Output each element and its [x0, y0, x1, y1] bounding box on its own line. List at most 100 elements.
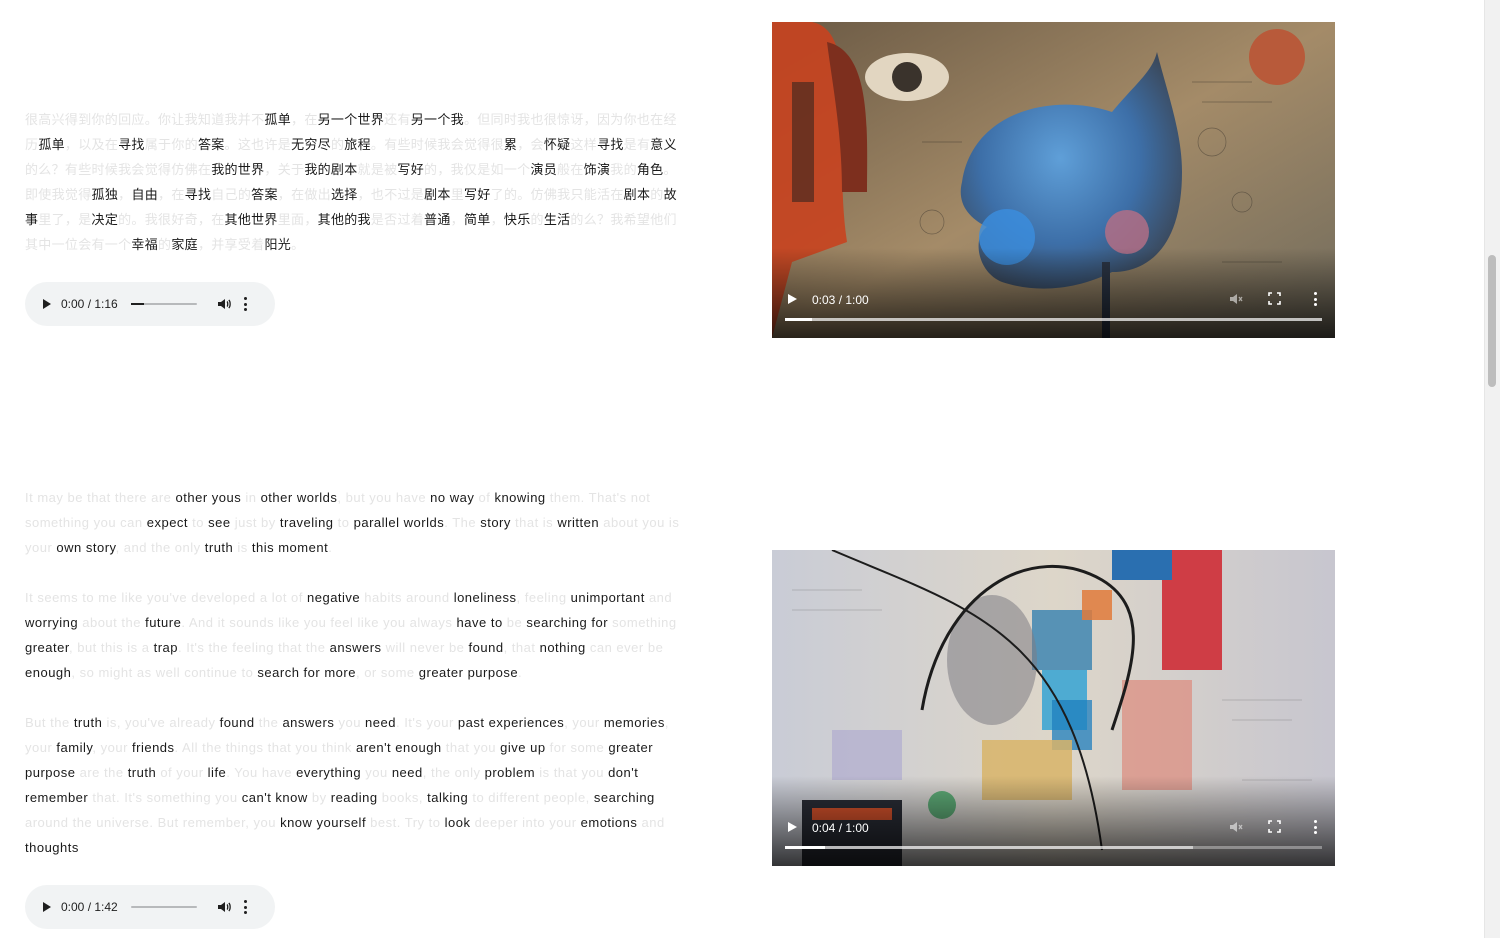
faded-text: ， [450, 212, 464, 227]
faded-text: ，在做出 [277, 187, 331, 202]
faded-text: , but you have [337, 490, 431, 505]
keyword: story [480, 515, 511, 530]
keyword: reading [330, 790, 378, 805]
faded-text: . It's your [395, 715, 458, 730]
keyword: other worlds [260, 490, 338, 505]
audio-time: 0:00 / 1:16 [61, 297, 118, 311]
faded-text: 这样 [570, 137, 598, 152]
keyword: expect [146, 515, 189, 530]
faded-text: something [608, 615, 677, 630]
faded-text: habits around [360, 590, 454, 605]
faded-text: ，也不过是 [357, 187, 425, 202]
more-vert-icon[interactable] [243, 297, 247, 311]
faded-text: 。这也许是 [224, 137, 292, 152]
keyword: 孤单 [38, 137, 65, 152]
faded-text: , that [503, 640, 540, 655]
scrollbar-thumb[interactable] [1488, 255, 1496, 387]
more-vert-icon[interactable] [243, 900, 247, 914]
keyword: thoughts [25, 840, 79, 855]
faded-text: . And it sounds like you feel like you a… [181, 615, 457, 630]
keyword: past experiences [457, 715, 565, 730]
volume-icon[interactable] [217, 297, 231, 311]
video-seek-bar[interactable] [785, 846, 1322, 849]
keyword: truth [73, 715, 103, 730]
keyword: need [391, 765, 423, 780]
faded-text: ， [118, 187, 132, 202]
more-vert-icon[interactable] [1313, 820, 1317, 834]
faded-text: deeper into your [470, 815, 581, 830]
faded-text: 自己的 [211, 187, 252, 202]
keyword: 简单 [463, 212, 491, 227]
keyword: 写好 [397, 162, 425, 177]
faded-text: 的 [530, 212, 544, 227]
faded-text: is, you've already [102, 715, 220, 730]
faded-text: , your [92, 740, 133, 755]
faded-text: 还有 [384, 112, 411, 127]
keyword: 寻找 [184, 187, 212, 202]
video-player[interactable]: 0:03 / 1:00 [772, 22, 1335, 338]
keyword: 旅程 [344, 137, 371, 152]
faded-text: . All the things that you think [174, 740, 357, 755]
keyword: unimportant [570, 590, 645, 605]
faded-text: by [307, 790, 331, 805]
muted-icon[interactable] [1229, 292, 1243, 306]
keyword: greater purpose [418, 665, 519, 680]
faded-text: 的，我仅是如一个 [424, 162, 531, 177]
keyword: 无穷尽 [291, 137, 331, 152]
video-player[interactable]: 0:04 / 1:00 [772, 550, 1335, 866]
audio-player[interactable]: 0:00 / 1:42 [25, 885, 275, 929]
faded-text: 般在 [557, 162, 584, 177]
keyword: loneliness [453, 590, 517, 605]
video-controls: 0:03 / 1:00 [772, 278, 1335, 338]
keyword: talking [427, 790, 469, 805]
play-icon[interactable] [43, 299, 51, 309]
audio-seek-bar[interactable] [131, 906, 197, 908]
keyword: 生活 [543, 212, 571, 227]
faded-text: 是否过着 [370, 212, 425, 227]
play-icon[interactable] [43, 902, 51, 912]
keyword: 孤独 [91, 187, 119, 202]
faded-text: , or some [355, 665, 419, 680]
faded-text: ， [490, 212, 504, 227]
faded-text: 我的 [610, 162, 637, 177]
keyword: 写好 [464, 187, 491, 202]
audio-seek-bar[interactable] [131, 303, 197, 305]
keyword: found [468, 640, 504, 655]
faded-text: But the [25, 715, 74, 730]
play-icon[interactable] [788, 294, 797, 304]
faded-text: just by [230, 515, 280, 530]
faded-text: It seems to me like you've developed a l… [25, 590, 308, 605]
more-vert-icon[interactable] [1313, 292, 1317, 306]
page-scrollbar[interactable] [1484, 0, 1500, 938]
keyword: 幸福 [131, 237, 159, 252]
keyword: 演员 [530, 162, 558, 177]
faded-text: 属于你的 [144, 137, 198, 152]
audio-player[interactable]: 0:00 / 1:16 [25, 282, 275, 326]
audio-time: 0:00 / 1:42 [61, 900, 118, 914]
video-seek-bar[interactable] [785, 318, 1322, 321]
faded-text: to [188, 515, 209, 530]
volume-icon[interactable] [217, 900, 231, 914]
faded-text: 。 [291, 237, 305, 252]
faded-text: 里 [450, 187, 465, 202]
faded-text: for some [545, 740, 609, 755]
faded-text: be [502, 615, 527, 630]
faded-text: ，在 [291, 112, 318, 127]
keyword: parallel worlds [353, 515, 445, 530]
video-controls: 0:04 / 1:00 [772, 806, 1335, 866]
faded-text: to [333, 515, 354, 530]
faded-text: . [518, 665, 523, 680]
faded-text: of your [156, 765, 208, 780]
faded-text: that. It's something you [88, 790, 242, 805]
fullscreen-icon[interactable] [1268, 820, 1281, 833]
fullscreen-icon[interactable] [1268, 292, 1281, 305]
keyword: know yourself [280, 815, 367, 830]
faded-text: can ever be [585, 640, 664, 655]
faded-text: 的。我很好奇，在 [118, 212, 225, 227]
keyword: 其他的我 [317, 212, 371, 227]
play-icon[interactable] [788, 822, 797, 832]
faded-text: the [254, 715, 283, 730]
keyword: 剧本 [623, 187, 651, 202]
faded-text: , so might as well continue to [71, 665, 258, 680]
muted-icon[interactable] [1229, 820, 1243, 834]
